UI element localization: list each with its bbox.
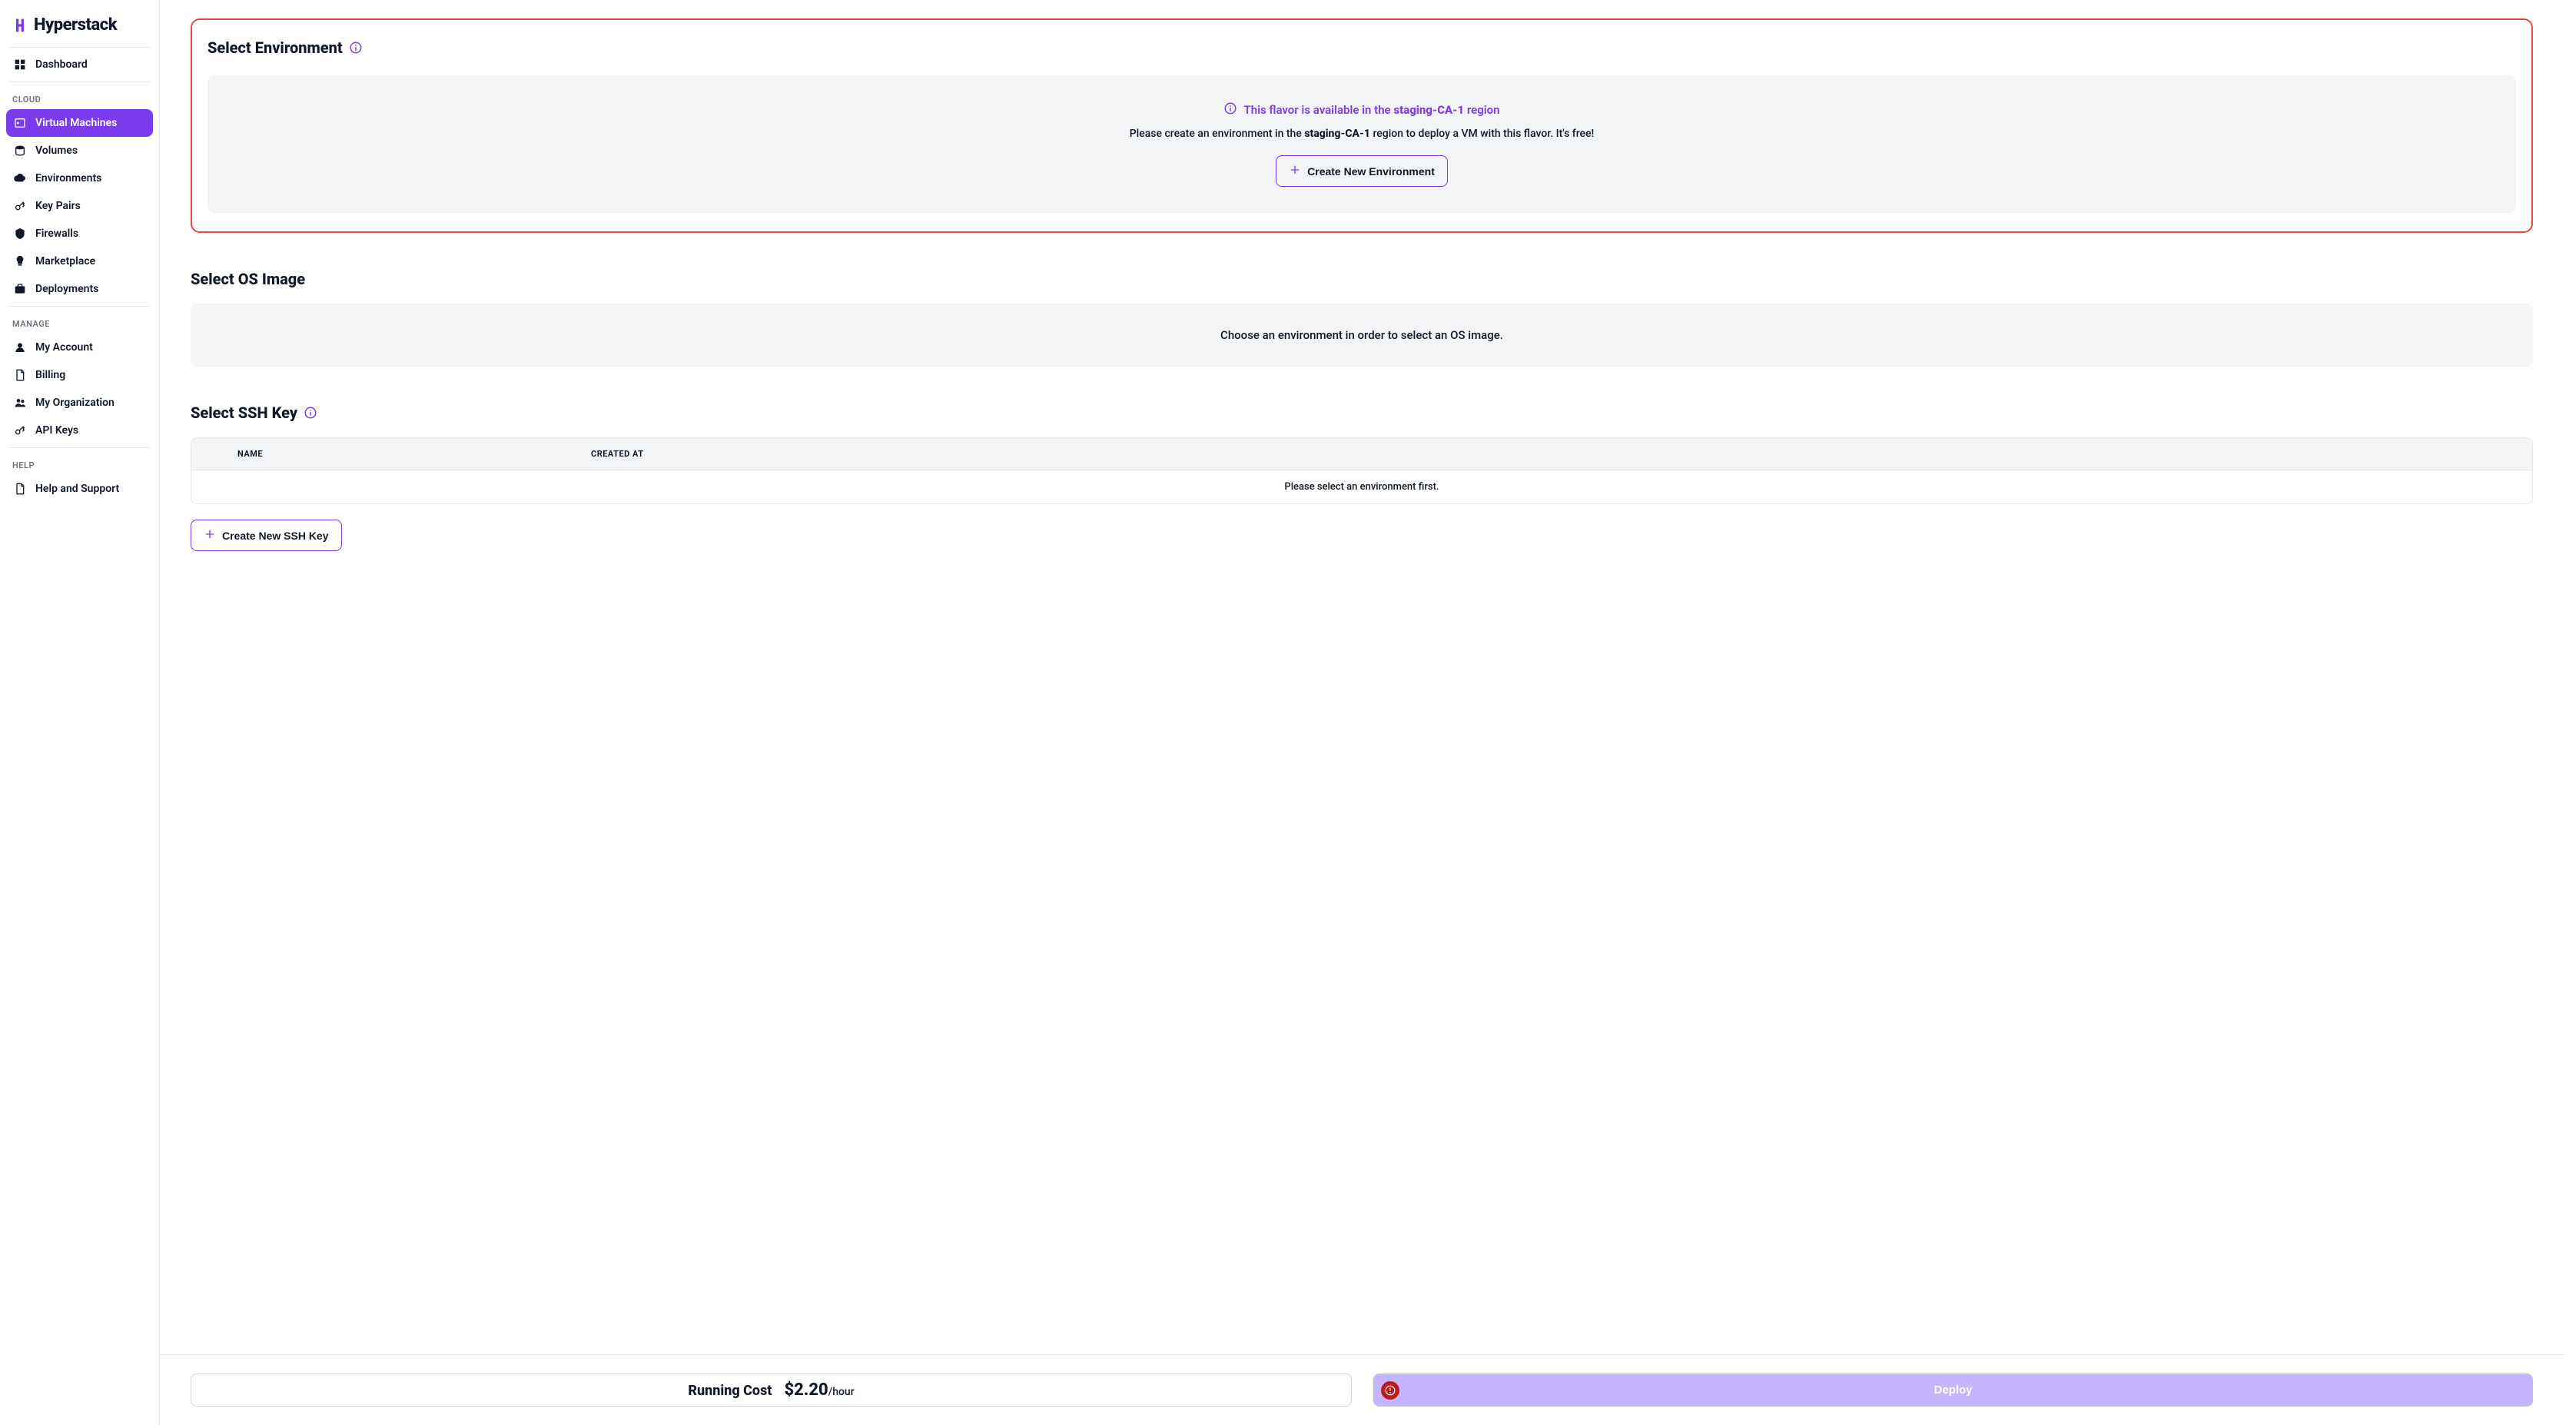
user-icon xyxy=(14,341,26,354)
sidebar-item-label: Key Pairs xyxy=(35,200,81,212)
divider xyxy=(9,447,150,448)
plus-icon xyxy=(204,528,216,543)
section-title: Select Environment xyxy=(207,38,343,57)
sidebar-item-deployments[interactable]: Deployments xyxy=(6,275,153,303)
info-icon[interactable] xyxy=(349,41,363,55)
sidebar-item-label: Firewalls xyxy=(35,228,78,240)
document-icon xyxy=(14,369,26,381)
sidebar-item-help-support[interactable]: Help and Support xyxy=(6,475,153,503)
info-icon[interactable] xyxy=(304,406,317,420)
divider xyxy=(9,81,150,82)
sidebar-item-label: Deployments xyxy=(35,283,98,295)
create-ssh-key-button[interactable]: Create New SSH Key xyxy=(191,520,342,551)
sidebar-item-marketplace[interactable]: Marketplace xyxy=(6,247,153,275)
sidebar-item-key-pairs[interactable]: Key Pairs xyxy=(6,192,153,220)
column-created-at: CREATED AT xyxy=(591,449,644,459)
sidebar-item-label: Help and Support xyxy=(35,483,119,495)
env-desc-prefix: Please create an environment in the xyxy=(1130,128,1305,140)
column-name: NAME xyxy=(237,449,591,459)
sidebar-item-label: Marketplace xyxy=(35,255,95,267)
key-icon xyxy=(14,424,26,437)
cloud-icon xyxy=(14,172,26,184)
lightbulb-icon xyxy=(14,255,26,267)
sidebar-item-label: My Account xyxy=(35,341,93,354)
os-image-empty-state: Choose an environment in order to select… xyxy=(191,304,2533,367)
footer-bar: Running Cost $2.20/hour Deploy xyxy=(160,1354,2564,1425)
sidebar-section-cloud: CLOUD xyxy=(6,85,153,109)
document-icon xyxy=(14,483,26,495)
sidebar-item-dashboard[interactable]: Dashboard xyxy=(6,51,153,78)
sidebar-item-label: Volumes xyxy=(35,144,78,157)
section-title: Select SSH Key xyxy=(191,404,297,422)
divider xyxy=(9,306,150,307)
select-environment-card: Select Environment This flavor is availa… xyxy=(191,18,2533,233)
table-header: NAME CREATED AT xyxy=(191,438,2532,470)
sidebar-item-billing[interactable]: Billing xyxy=(6,361,153,389)
sidebar-item-label: Environments xyxy=(35,172,101,184)
create-environment-button[interactable]: Create New Environment xyxy=(1276,155,1448,187)
dashboard-icon xyxy=(14,58,26,71)
button-label: Create New Environment xyxy=(1307,165,1435,178)
sidebar: Hyperstack Dashboard CLOUD Virtual Machi… xyxy=(0,0,160,1425)
users-icon xyxy=(14,397,26,409)
sidebar-item-api-keys[interactable]: API Keys xyxy=(6,417,153,444)
running-cost-box: Running Cost $2.20/hour xyxy=(191,1374,1352,1407)
flavor-text-suffix: region xyxy=(1464,103,1499,117)
brand-name: Hyperstack xyxy=(34,15,117,35)
info-icon xyxy=(1223,101,1237,118)
key-icon xyxy=(14,200,26,212)
sidebar-section-manage: MANAGE xyxy=(6,310,153,334)
button-label: Deploy xyxy=(1934,1383,1972,1397)
ssh-key-table: NAME CREATED AT Please select an environ… xyxy=(191,437,2533,504)
ssh-empty-text: Please select an environment first. xyxy=(1284,481,1439,493)
database-icon xyxy=(14,144,26,157)
sidebar-item-firewalls[interactable]: Firewalls xyxy=(6,220,153,247)
os-empty-text: Choose an environment in order to select… xyxy=(1220,328,1503,342)
env-desc-suffix: region to deploy a VM with this flavor. … xyxy=(1370,128,1594,140)
brand[interactable]: Hyperstack xyxy=(6,12,153,44)
env-desc-region: staging-CA-1 xyxy=(1304,128,1370,140)
sidebar-item-label: My Organization xyxy=(35,397,115,409)
alert-icon xyxy=(1381,1381,1399,1400)
cost-value: $2.20 xyxy=(784,1380,828,1400)
sidebar-item-volumes[interactable]: Volumes xyxy=(6,137,153,164)
cost-label: Running Cost xyxy=(688,1383,772,1399)
sidebar-item-label: Billing xyxy=(35,369,65,381)
flavor-region: staging-CA-1 xyxy=(1393,103,1464,117)
sidebar-item-environments[interactable]: Environments xyxy=(6,164,153,192)
sidebar-item-label: API Keys xyxy=(35,424,78,437)
shield-icon xyxy=(14,228,26,240)
button-label: Create New SSH Key xyxy=(222,530,329,542)
table-empty-row: Please select an environment first. xyxy=(191,470,2532,503)
deploy-button[interactable]: Deploy xyxy=(1373,1374,2533,1407)
sidebar-item-label: Virtual Machines xyxy=(35,117,117,129)
plus-icon xyxy=(1289,164,1301,178)
sidebar-item-my-organization[interactable]: My Organization xyxy=(6,389,153,417)
sidebar-item-virtual-machines[interactable]: Virtual Machines xyxy=(6,109,153,137)
brand-logo-icon xyxy=(12,18,28,33)
sidebar-item-label: Dashboard xyxy=(35,58,88,71)
main-content: Select Environment This flavor is availa… xyxy=(160,0,2564,1425)
sidebar-section-help: HELP xyxy=(6,451,153,475)
environment-empty-state: This flavor is available in the staging-… xyxy=(207,75,2516,213)
sidebar-item-my-account[interactable]: My Account xyxy=(6,334,153,361)
section-title: Select OS Image xyxy=(191,270,305,288)
flavor-text-prefix: This flavor is available in the xyxy=(1243,103,1393,117)
cost-unit: /hour xyxy=(828,1386,855,1398)
briefcase-icon xyxy=(14,283,26,295)
server-icon xyxy=(14,117,26,129)
divider xyxy=(9,47,150,48)
